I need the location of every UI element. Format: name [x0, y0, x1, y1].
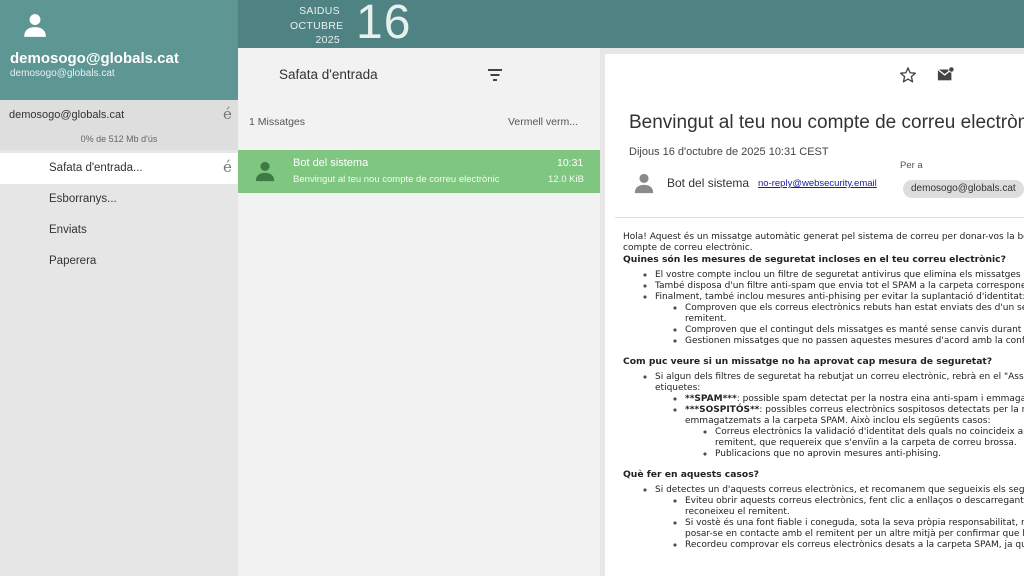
body-text: etiquetes:: [655, 383, 701, 393]
list-item[interactable]: Bot del sistema Benvingut al teu nou com…: [238, 150, 600, 193]
date-day: 16: [356, 0, 412, 49]
folder-drafts[interactable]: Esborranys...: [0, 184, 238, 215]
sender-name: Bot del sistema: [667, 176, 750, 190]
user-icon: [255, 161, 275, 182]
folder-sent[interactable]: Enviats: [0, 215, 238, 246]
body-list: El vostre compte inclou un filtre de seg…: [623, 270, 1024, 347]
body-list: Si detectes un d'aquests correus electrò…: [623, 485, 1024, 551]
body-text: Finalment, també inclou mesures anti-phi…: [655, 292, 1024, 302]
body-text: compte de correu electrònic.: [623, 243, 753, 253]
list-item: Gestionen missatges que no passen aquest…: [685, 336, 1024, 347]
list-item: També disposa d'un filtre anti-spam que …: [655, 281, 1024, 292]
body-text: Si vostè és una font fiable i coneguda, …: [685, 518, 1024, 528]
body-text: remitent.: [685, 314, 727, 324]
account-row-name: demosogo@globals.cat: [9, 109, 125, 121]
list-item: El vostre compte inclou un filtre de seg…: [655, 270, 1024, 281]
recipient-chip[interactable]: demosogo@globals.cat: [903, 180, 1024, 198]
message-title: Benvingut al teu nou compte de correu el…: [629, 112, 1024, 133]
date-year: 2025: [315, 34, 340, 46]
body-sublist: Correus electrònics la validació d'ident…: [685, 427, 1024, 460]
list-item: Comproven que el contingut dels missatge…: [685, 325, 1024, 336]
list-item: **SPAM***: possible spam detectat per la…: [685, 394, 1024, 405]
list-item: Finalment, també inclou mesures anti-phi…: [655, 292, 1024, 347]
list-item: Si vostè és una font fiable i coneguda, …: [685, 518, 1024, 540]
message-body: Hola! Aquest és un missatge automàtic ge…: [623, 232, 1024, 555]
message-sender: Bot del sistema: [293, 157, 369, 169]
edit-icon[interactable]: é: [223, 105, 232, 123]
spam-tag: **SPAM***: [685, 394, 737, 404]
account-email: demosogo@globals.cat: [10, 68, 115, 79]
body-text: Eviteu obrir aquests correus electrònics…: [685, 496, 1024, 506]
account-header: demosogo@globals.cat demosogo@globals.ca…: [0, 0, 238, 100]
body-text: Si detectes un d'aquests correus electrò…: [655, 485, 1024, 495]
body-text: : possibles correus electrònics sospitos…: [759, 405, 1024, 415]
suspicious-tag: ***SOSPITÓS**: [685, 405, 760, 415]
message-date: Dijous 16 d'octubre de 2025 10:31 CEST: [629, 146, 829, 158]
quota-usage: 0% de 512 Mb d'ús: [80, 134, 158, 144]
reading-pane: Benvingut al teu nou compte de correu el…: [600, 48, 1024, 576]
date-month: OCTUBRE: [290, 19, 344, 32]
user-icon: [634, 173, 654, 194]
sort-filter-label[interactable]: Vermell verm...: [508, 116, 578, 128]
list-item: Correus electrònics la validació d'ident…: [715, 427, 1024, 449]
user-icon[interactable]: [22, 12, 48, 38]
body-sublist: Comproven que els correus electrònics re…: [655, 303, 1024, 347]
body-text: Comproven que els correus electrònics re…: [685, 303, 1024, 313]
body-sublist: Eviteu obrir aquests correus electrònics…: [655, 496, 1024, 551]
recipient-label: Per a: [900, 160, 923, 171]
body-heading: Quines són les mesures de seguretat incl…: [623, 254, 1006, 265]
folder-trash[interactable]: Paperera: [0, 246, 238, 277]
body-heading: Què fer en aquests casos?: [623, 469, 760, 480]
list-title: Safata d'entrada: [279, 67, 378, 82]
list-item: Comproven que els correus electrònics re…: [685, 303, 1024, 325]
body-text: : possible spam detectat per la nostra e…: [736, 394, 1024, 404]
body-text: posar-se en contacte amb el remitent per…: [685, 529, 1024, 539]
list-item: Eviteu obrir aquests correus electrònics…: [685, 496, 1024, 518]
message-subject: Benvingut al teu nou compte de correu el…: [293, 174, 500, 185]
message-count: 1 Missatges: [249, 116, 306, 128]
body-text: remitent, que requereix que s'envïin a l…: [715, 438, 1017, 448]
body-list: Si algun dels filtres de seguretat ha re…: [623, 372, 1024, 460]
list-item: Si detectes un d'aquests correus electrò…: [655, 485, 1024, 551]
list-item: ***SOSPITÓS**: possibles correus electrò…: [685, 405, 1024, 460]
message-time: 10:31: [557, 157, 584, 169]
folder-label: Esborranys...: [49, 193, 117, 205]
message-view: Benvingut al teu nou compte de correu el…: [605, 54, 1024, 576]
account-row[interactable]: demosogo@globals.cat é 0% de 512 Mb d'ús: [0, 100, 238, 150]
list-item: Publicacions que no aprovin mesures anti…: [715, 449, 1024, 460]
date-weekday: SAIDUS: [299, 5, 340, 17]
body-text: Si algun dels filtres de seguretat ha re…: [655, 372, 1024, 382]
folder-label: Safata d'entrada...: [49, 162, 143, 174]
list-item: Recordeu comprovar els correus electròni…: [685, 540, 1024, 551]
list-item: Si algun dels filtres de seguretat ha re…: [655, 372, 1024, 460]
body-heading: Com puc veure si un missatge no ha aprov…: [623, 356, 993, 367]
sender-email-link[interactable]: no-reply@websecurity.email: [758, 178, 877, 189]
body-text: reconeixeu el remitent.: [685, 507, 790, 517]
body-sublist: **SPAM***: possible spam detectat per la…: [655, 394, 1024, 460]
edit-icon[interactable]: é: [223, 158, 232, 176]
body-text: Correus electrònics la validació d'ident…: [715, 427, 1024, 437]
mail-action-icon[interactable]: [937, 66, 955, 82]
message-size: 12.0 KiB: [548, 174, 584, 185]
list-header: Safata d'entrada: [238, 48, 600, 102]
account-name: demosogo@globals.cat: [10, 50, 179, 67]
folder-label: Paperera: [49, 255, 97, 267]
body-text: Hola! Aquest és un missatge automàtic ge…: [623, 232, 1024, 242]
sidebar: demosogo@globals.cat demosogo@globals.ca…: [0, 0, 238, 576]
message-list: Safata d'entrada 1 Missatges Vermell ver…: [238, 48, 600, 576]
filter-icon[interactable]: [487, 68, 503, 82]
folder-label: Enviats: [49, 224, 87, 236]
star-icon[interactable]: [899, 66, 917, 84]
body-text: emmagatzemats a la carpeta SPAM. Això in…: [685, 416, 991, 426]
folder-inbox[interactable]: Safata d'entrada... é: [0, 153, 238, 184]
date-text: SAIDUS OCTUBRE 2025: [290, 4, 344, 48]
divider: [615, 217, 1024, 218]
